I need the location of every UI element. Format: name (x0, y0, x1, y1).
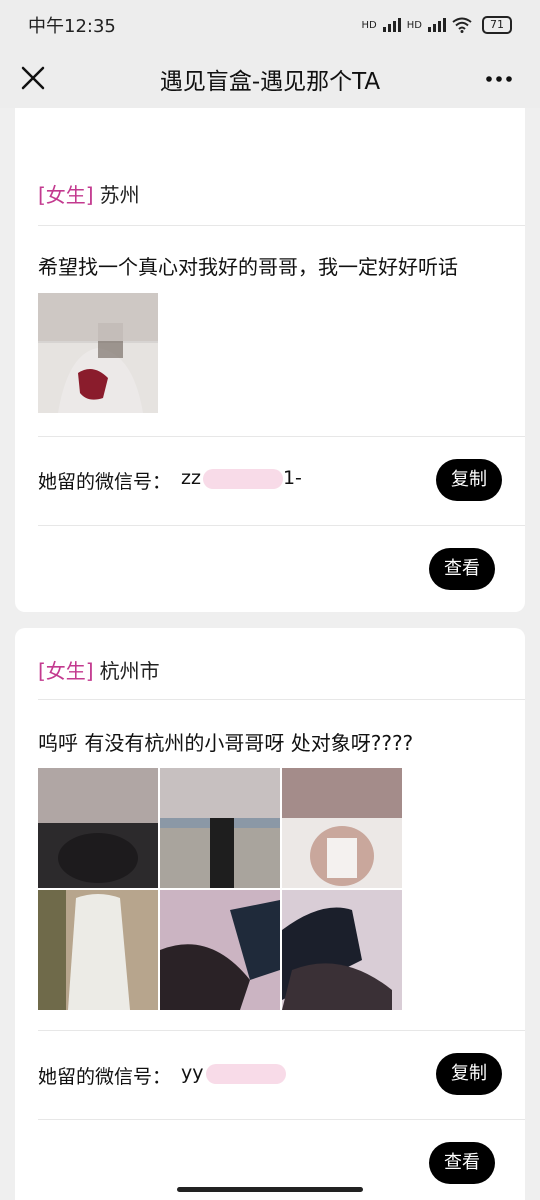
wechat-id: zz 1- (181, 467, 302, 494)
more-icon[interactable] (484, 64, 514, 94)
wechat-id-visible: zz (181, 467, 201, 489)
wechat-id-tail: 1- (282, 467, 302, 489)
post-photo[interactable] (38, 293, 158, 413)
status-time: 中午12:35 (28, 16, 116, 37)
post-photo[interactable] (160, 768, 280, 888)
wechat-label: 她留的微信号： (38, 1066, 172, 1088)
wifi-icon (452, 17, 472, 33)
divider (38, 1119, 525, 1120)
wechat-row: 她留的微信号： zz 1- (38, 467, 302, 494)
post-card: [女生] 杭州市 呜呼 有没有杭州的小哥哥呀 处对象呀???? 她留的微信号： y… (15, 628, 525, 1200)
wechat-id-mask (202, 468, 283, 489)
post-photo[interactable] (38, 768, 158, 888)
gender-label: [女生] (38, 659, 94, 683)
nav-bar: 遇见盲盒-遇见那个TA (0, 50, 540, 108)
divider (38, 436, 525, 437)
post-photo[interactable] (282, 768, 402, 888)
status-icons: HD HD 71 (362, 16, 512, 34)
divider (38, 1030, 525, 1031)
feed[interactable]: [女生] 苏州 希望找一个真心对我好的哥哥，我一定好好听话 她留的微信号： zz 1… (0, 108, 540, 1200)
wechat-id-mask (205, 1063, 286, 1084)
signal-icon-2 (428, 18, 446, 32)
post-photo[interactable] (38, 890, 158, 1010)
home-indicator[interactable] (177, 1187, 363, 1192)
post-tag: [女生] 苏州 (38, 179, 140, 208)
close-icon[interactable] (18, 63, 48, 93)
post-photo[interactable] (160, 890, 280, 1010)
page-title: 遇见盲盒-遇见那个TA (159, 69, 381, 95)
city-label: 苏州 (99, 183, 140, 207)
post-text: 希望找一个真心对我好的哥哥，我一定好好听话 (38, 255, 458, 279)
wechat-id: yy (181, 1062, 286, 1089)
copy-button[interactable]: 复制 (436, 459, 502, 501)
divider (38, 699, 525, 700)
signal-icon (382, 18, 401, 32)
post-card: [女生] 苏州 希望找一个真心对我好的哥哥，我一定好好听话 她留的微信号： zz 1… (15, 108, 525, 612)
divider (38, 525, 525, 526)
view-button[interactable]: 查看 (429, 548, 495, 590)
wechat-id-visible: yy (181, 1062, 204, 1084)
copy-button[interactable]: 复制 (436, 1053, 502, 1095)
view-button[interactable]: 查看 (429, 1142, 495, 1184)
post-text: 呜呼 有没有杭州的小哥哥呀 处对象呀???? (38, 731, 414, 755)
wechat-label: 她留的微信号： (38, 471, 172, 493)
post-photo[interactable] (282, 890, 402, 1010)
city-label: 杭州市 (99, 659, 160, 683)
divider (38, 225, 525, 226)
gender-label: [女生] (38, 183, 94, 207)
status-bar: 中午12:35 HD HD 71 (0, 0, 540, 50)
battery-icon: 71 (482, 16, 512, 34)
post-tag: [女生] 杭州市 (38, 655, 160, 684)
signal-label-1: HD (361, 19, 377, 31)
signal-label-2: HD (406, 19, 422, 31)
wechat-row: 她留的微信号： yy (38, 1062, 286, 1089)
